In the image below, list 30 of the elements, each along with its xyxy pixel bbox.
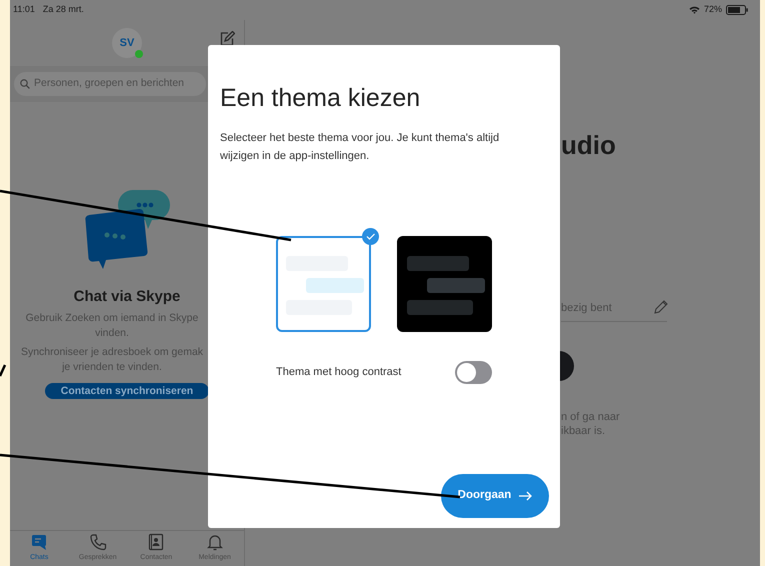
empty-state-title: Chat via Skype (74, 287, 180, 307)
message-preview-bar (427, 278, 485, 293)
avatar-initials: SV (120, 36, 134, 51)
battery-percentage: 72% (704, 3, 722, 16)
chat-bubble-icon (30, 533, 48, 552)
message-preview-bar (407, 300, 473, 315)
bell-icon (206, 533, 224, 552)
message-preview-bar (407, 256, 469, 271)
dialog-description: Selecteer het beste thema voor jou. Je kunt thema's altijd wijzigen in de app-instellingen. (220, 131, 500, 164)
high-contrast-toggle[interactable] (455, 361, 492, 384)
sync-contacts-button[interactable]: Contacten synchroniseren (44, 382, 210, 398)
checkmark-icon (362, 228, 379, 245)
status-date: Za 28 mrt. (42, 3, 84, 16)
arrow-icon (519, 491, 532, 501)
leader-line (0, 364, 6, 377)
compose-icon[interactable] (219, 31, 235, 47)
search-icon (20, 79, 30, 89)
profile-name: udio (561, 129, 616, 162)
light-theme-option[interactable] (276, 236, 371, 332)
continue-button[interactable]: Doorgaan (441, 474, 549, 518)
pencil-icon[interactable] (653, 298, 669, 315)
contact-card-icon (147, 533, 166, 552)
status-time: 11:01 (13, 3, 35, 16)
wifi-icon (688, 6, 700, 14)
avatar[interactable]: SV (112, 28, 142, 58)
message-preview-bar (306, 278, 364, 293)
battery-icon (726, 5, 748, 15)
phone-icon (88, 533, 107, 552)
dialog-title: Een thema kiezen (220, 83, 422, 113)
high-contrast-label: Thema met hoog contrast (276, 365, 402, 380)
